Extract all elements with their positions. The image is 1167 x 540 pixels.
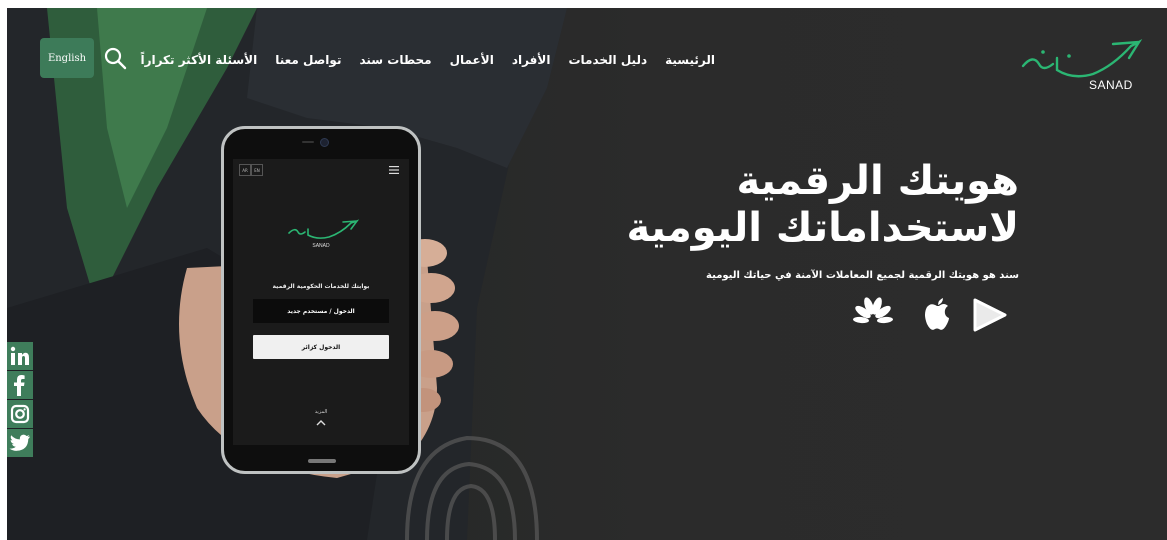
nav-individuals[interactable]: الأفراد [512,53,551,67]
phone-guest-button[interactable]: الدخول كزائر [253,335,389,359]
nav-services-guide[interactable]: دليل الخدمات [568,53,647,67]
nav-sanad-stations[interactable]: محطات سند [359,53,431,67]
phone-tagline: بوابتك للخدمات الحكومية الرقمية [272,283,370,290]
nav-faq[interactable]: الأسئلة الأكثر تكراراً [140,53,257,67]
phone-speaker [302,141,314,143]
search-icon[interactable] [103,46,127,70]
social-links [7,342,33,458]
google-play-icon[interactable] [973,298,1007,332]
nav-home[interactable]: الرئيسية [665,53,715,67]
hero-subtitle: سند هو هويتك الرقمية لجميع المعاملات الآ… [706,270,1019,281]
phone-mockup: AR EN SANAD بوابتك للخدمات الحكومية الرق… [221,126,421,474]
instagram-icon[interactable] [7,400,33,428]
facebook-icon[interactable] [7,371,33,399]
phone-home-bar [308,459,336,463]
linkedin-icon[interactable] [7,342,33,370]
hero-banner: English الرئيسية دليل الخدمات الأفراد ال… [7,8,1167,540]
hero-title: هويتك الرقمية لاستخداماتك اليومية [567,158,1019,252]
apple-icon[interactable] [925,298,949,330]
hero-title-line1: هويتك الرقمية [736,158,1019,204]
hero-title-line2: لاستخداماتك اليومية [626,205,1019,251]
phone-more-label[interactable]: المزيد [233,409,409,415]
phone-lang-en[interactable]: EN [251,164,263,176]
main-navigation: الرئيسية دليل الخدمات الأفراد الأعمال مح… [135,50,715,70]
logo-text: SANAD [1089,78,1133,92]
phone-screen: AR EN SANAD بوابتك للخدمات الحكومية الرق… [233,159,409,445]
phone-lang-ar[interactable]: AR [239,164,251,176]
app-store-links [853,296,1007,332]
hamburger-menu-icon[interactable] [389,166,399,174]
phone-login-button[interactable]: الدخول / مستخدم جديد [253,299,389,323]
hero-text: هويتك الرقمية لاستخداماتك اليومية سند هو… [567,158,1019,281]
huawei-appgallery-icon[interactable] [853,296,893,324]
nav-contact-us[interactable]: تواصل معنا [275,53,341,67]
language-toggle-button[interactable]: English [40,38,94,78]
twitter-icon[interactable] [7,429,33,457]
chevron-up-icon[interactable] [314,419,328,427]
nav-business[interactable]: الأعمال [450,53,494,67]
phone-sanad-logo [288,219,360,239]
phone-camera [320,138,329,147]
phone-logo-text: SANAD [312,243,330,249]
